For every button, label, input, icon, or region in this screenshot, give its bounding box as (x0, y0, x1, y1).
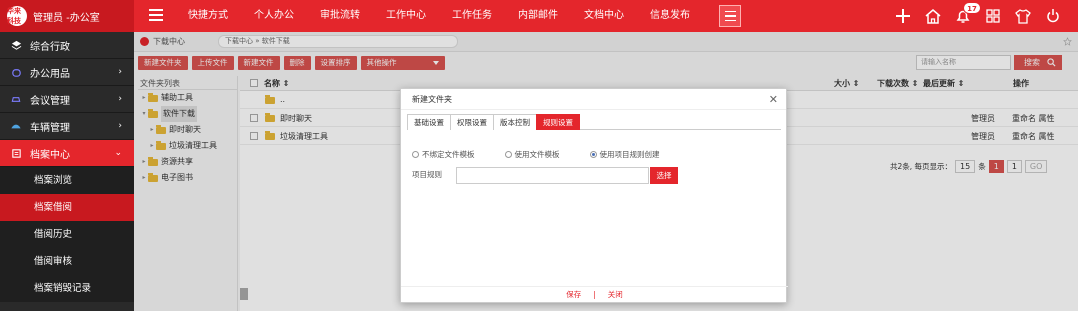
sidebar-item-0[interactable]: 综合行政 (0, 32, 134, 59)
nav-item-4[interactable]: 工作任务 (439, 0, 505, 32)
sidebar-item-1[interactable]: 办公用品 › (0, 59, 134, 86)
radio-label: 不绑定文件模板 (422, 150, 475, 159)
apps-icon[interactable] (983, 6, 1003, 26)
layers-icon (10, 39, 22, 51)
nav-item-1[interactable]: 个人办公 (241, 0, 307, 32)
sidebar-subitem-4[interactable]: 档案销毁记录 (0, 275, 134, 302)
nav-item-3[interactable]: 工作中心 (373, 0, 439, 32)
home-icon[interactable] (923, 6, 943, 26)
sidebar-subitem-2[interactable]: 借阅历史 (0, 221, 134, 248)
sidebar-item-3[interactable]: 车辆管理 › (0, 113, 134, 140)
template-options: 不绑定文件模板 使用文件模板 使用项目规则创建 (412, 149, 690, 160)
chevron-right-icon: › (118, 121, 122, 131)
radio-label: 使用文件模板 (514, 150, 560, 159)
chevron-right-icon: › (118, 67, 122, 77)
nav-item-0[interactable]: 快捷方式 (175, 0, 241, 32)
sidebar-item-label: 综合行政 (30, 41, 70, 53)
theme-shirt-icon[interactable] (1013, 6, 1033, 26)
sidebar-item-2[interactable]: 会议管理 › (0, 86, 134, 113)
notification-badge: 17 (963, 2, 981, 14)
close-icon[interactable]: ✕ (769, 89, 778, 110)
sidebar-subitem-1[interactable]: 档案借阅 (0, 194, 134, 221)
sidebar-item-label: 车辆管理 (30, 122, 70, 134)
chevron-right-icon: › (118, 94, 122, 104)
archive-icon (10, 147, 22, 159)
close-button[interactable]: 关闭 (608, 289, 623, 300)
rule-label: 项目规则 (412, 170, 442, 179)
box-icon (10, 66, 22, 78)
nav-item-7[interactable]: 信息发布 (637, 0, 703, 32)
rule-input[interactable] (456, 167, 649, 184)
dialog-title-text: 新建文件夹 (412, 95, 452, 104)
sidebar-toggle-icon[interactable] (149, 9, 163, 21)
dialog-tab-0[interactable]: 基础设置 (407, 114, 451, 130)
chevron-down-icon: ⌄ (114, 148, 122, 158)
sidebar-item-label: 会议管理 (30, 95, 70, 107)
sidebar-subitem-3[interactable]: 借阅审核 (0, 248, 134, 275)
vehicle-icon (10, 120, 22, 132)
radio-dot[interactable] (504, 151, 512, 158)
radio-dot[interactable] (412, 151, 419, 158)
dialog-title: 新建文件夹 ✕ (401, 89, 786, 110)
power-icon[interactable] (1043, 6, 1063, 26)
nav-item-2[interactable]: 审批流转 (307, 0, 373, 32)
save-button[interactable]: 保存 (566, 289, 581, 300)
sidebar-subitem-0[interactable]: 档案浏览 (0, 167, 134, 194)
sidebar-item-label: 办公用品 (30, 68, 70, 80)
template-radio-0[interactable]: 不绑定文件模板 (412, 149, 475, 160)
template-radio-2[interactable]: 使用项目规则创建 (589, 149, 660, 160)
sidebar-item-label: 档案中心 (30, 149, 70, 161)
radio-label: 使用项目规则创建 (599, 150, 660, 159)
dialog-tab-3[interactable]: 规则设置 (536, 114, 580, 130)
select-rule-button[interactable]: 选择 (650, 167, 678, 184)
radio-dot[interactable] (589, 151, 597, 158)
template-radio-1[interactable]: 使用文件模板 (504, 149, 560, 160)
brand: 华来科技 管理员 -办公室 (0, 0, 134, 32)
nav-item-5[interactable]: 内部邮件 (505, 0, 571, 32)
sidebar: 综合行政办公用品 › 会议管理 › 车辆管理 › 档案中心 ⌄ 档案浏览 档案借阅 借阅历史 借阅审… (0, 32, 134, 311)
nav-item-6[interactable]: 文档中心 (571, 0, 637, 32)
footer-separator: | (593, 290, 596, 299)
user-label: 管理员 -办公室 (33, 12, 100, 24)
logo: 华来科技 (7, 6, 27, 26)
car-icon (10, 93, 22, 105)
new-folder-dialog: 新建文件夹 ✕ 基础设置 权限设置 版本控制 规则设置 不绑定文件模板 使用文件模板 使用项… (400, 88, 788, 303)
plus-icon[interactable] (893, 6, 913, 26)
dialog-tab-1[interactable]: 权限设置 (450, 114, 494, 130)
sidebar-item-4[interactable]: 档案中心 ⌄ (0, 140, 134, 167)
dialog-footer: 保存 | 关闭 (401, 286, 788, 302)
dialog-tabs: 基础设置 权限设置 版本控制 规则设置 (407, 114, 781, 130)
top-bar: 华来科技 管理员 -办公室 快捷方式 个人办公 审批流转 工作中心 工作任务 内部邮件 文档… (0, 0, 1078, 32)
more-menu-icon[interactable] (719, 5, 741, 27)
main-nav: 快捷方式 个人办公 审批流转 工作中心 工作任务 内部邮件 文档中心 信息发布 (175, 0, 703, 32)
dialog-tab-2[interactable]: 版本控制 (493, 114, 537, 130)
